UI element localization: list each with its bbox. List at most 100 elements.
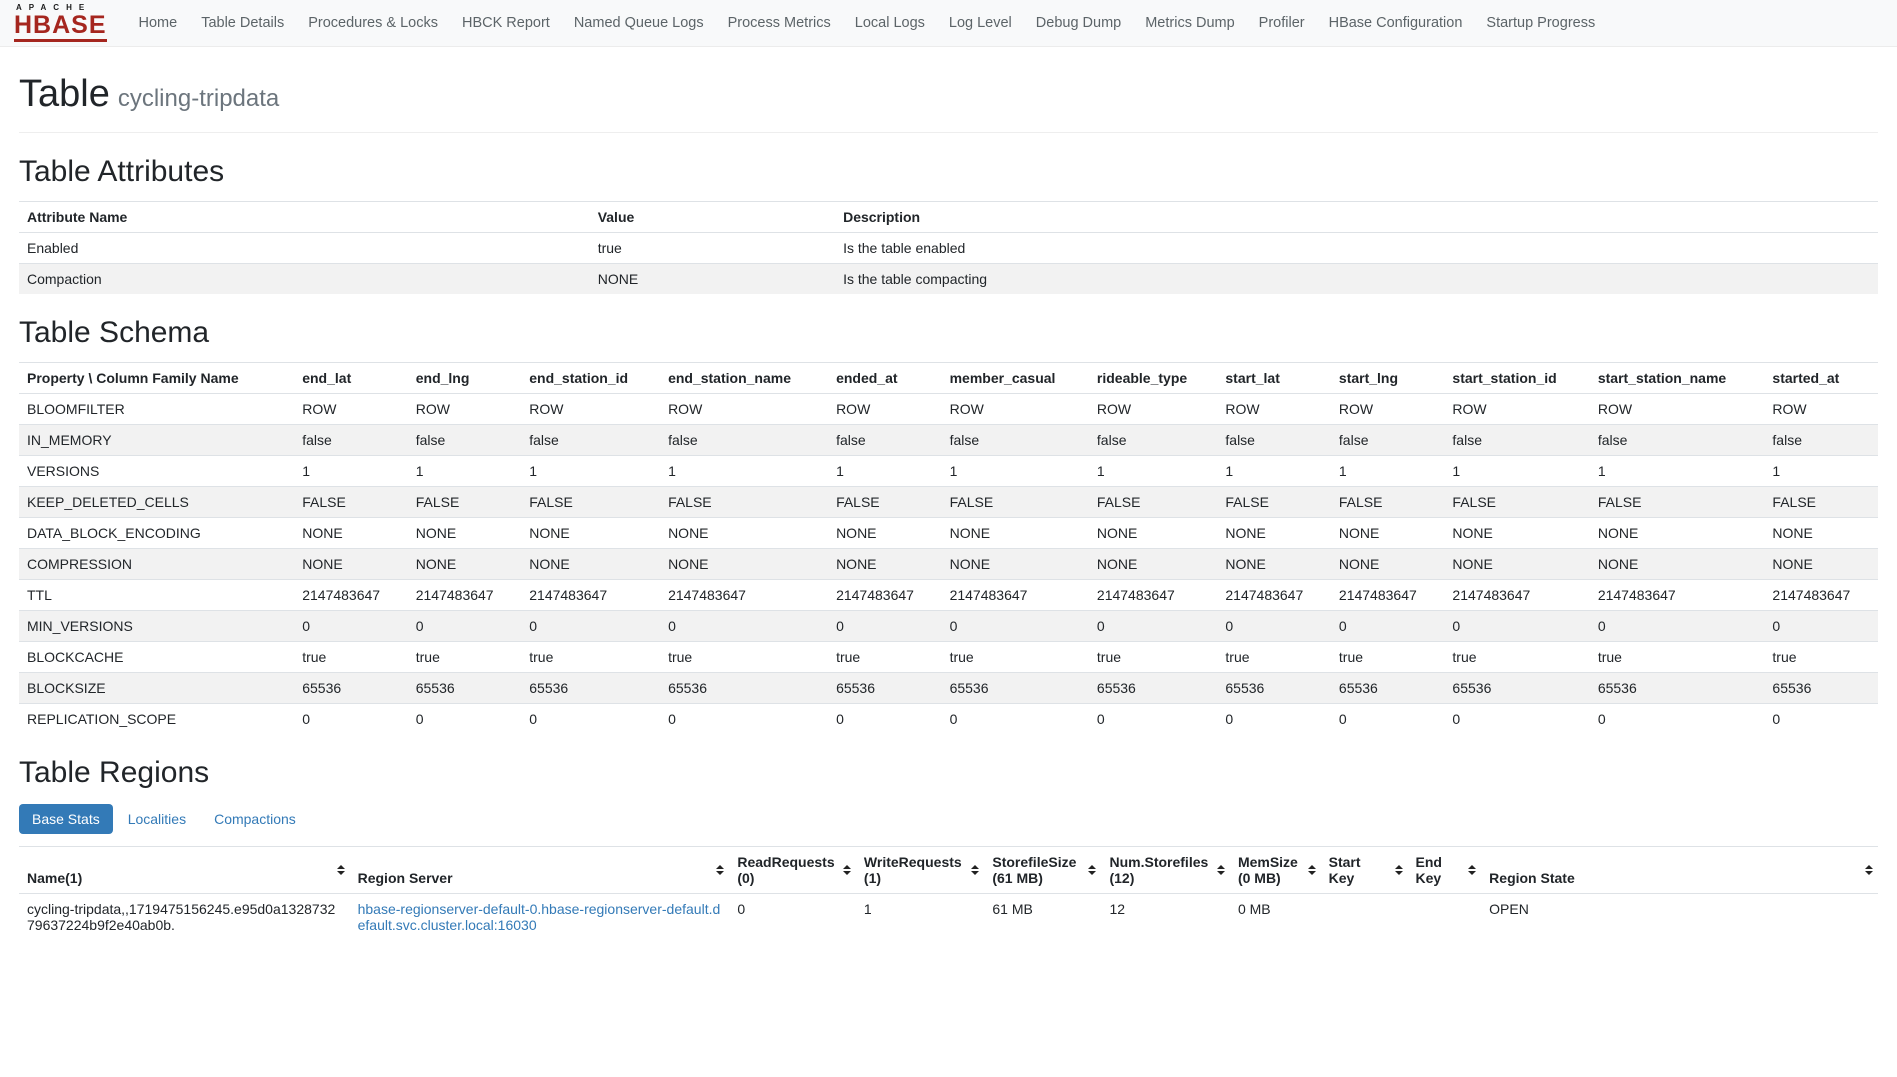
schema-row-replication-scope: REPLICATION_SCOPE000000000000 <box>19 704 1878 735</box>
schema-value-cell: NONE <box>1444 518 1589 549</box>
schema-value-cell: 0 <box>521 704 660 735</box>
schema-value-cell: 2147483647 <box>521 580 660 611</box>
schema-value-cell: NONE <box>660 549 828 580</box>
region-server-cell: hbase-regionserver-default-0.hbase-regio… <box>350 894 730 941</box>
schema-property-name: DATA_BLOCK_ENCODING <box>19 518 294 549</box>
sort-icon[interactable] <box>1088 865 1096 875</box>
regions-col-memsize-0-mb[interactable]: MemSize (0 MB) <box>1230 847 1321 894</box>
schema-property-name: KEEP_DELETED_CELLS <box>19 487 294 518</box>
schema-family-ended-at: ended_at <box>828 363 942 394</box>
nav-item-hbase-configuration[interactable]: HBase Configuration <box>1317 5 1475 41</box>
schema-value-cell: 2147483647 <box>1089 580 1217 611</box>
regions-col-readrequests-0[interactable]: ReadRequests (0) <box>729 847 856 894</box>
regions-col-end-key[interactable]: End Key <box>1408 847 1482 894</box>
schema-table: Property \ Column Family Nameend_latend_… <box>19 362 1878 734</box>
nav-item-home[interactable]: Home <box>127 5 190 41</box>
nav-item-startup-progress[interactable]: Startup Progress <box>1474 5 1607 41</box>
schema-value-cell: NONE <box>521 518 660 549</box>
nav-item-process-metrics[interactable]: Process Metrics <box>716 5 843 41</box>
schema-family-end-lng: end_lng <box>408 363 522 394</box>
schema-table-body: BLOOMFILTERROWROWROWROWROWROWROWROWROWRO… <box>19 394 1878 735</box>
regions-col-region-state[interactable]: Region State <box>1481 847 1878 894</box>
nav-item-debug-dump[interactable]: Debug Dump <box>1024 5 1133 41</box>
schema-value-cell: NONE <box>660 518 828 549</box>
schema-value-cell: false <box>521 425 660 456</box>
nav-item-procedures-locks[interactable]: Procedures & Locks <box>296 5 450 41</box>
schema-value-cell: 0 <box>521 611 660 642</box>
sort-down-arrow-icon <box>337 871 345 875</box>
schema-value-cell: 0 <box>828 611 942 642</box>
schema-value-cell: true <box>1590 642 1765 673</box>
region-readrequests-cell: 0 <box>729 894 856 941</box>
schema-value-cell: 2147483647 <box>1444 580 1589 611</box>
nav-item-hbck-report[interactable]: HBCK Report <box>450 5 562 41</box>
sort-icon[interactable] <box>843 865 851 875</box>
nav-item-named-queue-logs[interactable]: Named Queue Logs <box>562 5 716 41</box>
schema-value-cell: NONE <box>521 549 660 580</box>
schema-value-cell: 0 <box>408 611 522 642</box>
sort-down-arrow-icon <box>716 871 724 875</box>
sort-icon[interactable] <box>1468 865 1476 875</box>
schema-value-cell: true <box>660 642 828 673</box>
schema-value-cell: FALSE <box>942 487 1089 518</box>
schema-row-ttl: TTL2147483647214748364721474836472147483… <box>19 580 1878 611</box>
regions-col-label: Name(1) <box>27 870 82 886</box>
regions-col-name-1[interactable]: Name(1) <box>19 847 350 894</box>
attributes-cell: Is the table compacting <box>835 264 1878 295</box>
schema-value-cell: FALSE <box>1764 487 1878 518</box>
regions-col-start-key[interactable]: Start Key <box>1321 847 1408 894</box>
sort-icon[interactable] <box>1217 865 1225 875</box>
schema-value-cell: true <box>1331 642 1445 673</box>
regions-col-region-server[interactable]: Region Server <box>350 847 730 894</box>
nav-item-profiler[interactable]: Profiler <box>1247 5 1317 41</box>
nav-item-log-level[interactable]: Log Level <box>937 5 1024 41</box>
sort-up-arrow-icon <box>1865 865 1873 869</box>
regions-col-writerequests-1[interactable]: WriteRequests (1) <box>856 847 984 894</box>
attributes-cell: true <box>590 233 835 264</box>
logo-hbase-text: HBASE <box>14 12 107 42</box>
tab-compactions[interactable]: Compactions <box>201 804 309 834</box>
hbase-logo[interactable]: APACHE HBASE <box>14 4 107 42</box>
schema-family-started-at: started_at <box>1764 363 1878 394</box>
schema-value-cell: 2147483647 <box>408 580 522 611</box>
schema-value-cell: 2147483647 <box>1764 580 1878 611</box>
tab-localities[interactable]: Localities <box>115 804 199 834</box>
attributes-cell: NONE <box>590 264 835 295</box>
schema-value-cell: 0 <box>660 611 828 642</box>
schema-value-cell: ROW <box>660 394 828 425</box>
region-server-link[interactable]: hbase-regionserver-default-0.hbase-regio… <box>358 901 721 933</box>
schema-value-cell: 0 <box>942 704 1089 735</box>
page-title: Tablecycling-tripdata <box>19 73 1878 116</box>
sort-icon[interactable] <box>1865 865 1873 875</box>
attributes-table: Attribute NameValueDescription Enabledtr… <box>19 201 1878 294</box>
schema-value-cell: 1 <box>294 456 408 487</box>
regions-col-label: End Key <box>1416 854 1442 886</box>
schema-value-cell: 65536 <box>1444 673 1589 704</box>
page-title-text: Table <box>19 73 110 115</box>
schema-family-end-station-id: end_station_id <box>521 363 660 394</box>
schema-value-cell: 0 <box>1444 611 1589 642</box>
sort-icon[interactable] <box>337 865 345 875</box>
schema-value-cell: NONE <box>1764 518 1878 549</box>
regions-col-num-storefiles-12[interactable]: Num.Storefiles (12) <box>1101 847 1229 894</box>
schema-value-cell: NONE <box>1444 549 1589 580</box>
sort-icon[interactable] <box>716 865 724 875</box>
schema-value-cell: false <box>1590 425 1765 456</box>
regions-col-storefilesize-61-mb[interactable]: StorefileSize (61 MB) <box>984 847 1101 894</box>
sort-icon[interactable] <box>1395 865 1403 875</box>
attributes-col-description: Description <box>835 202 1878 233</box>
tab-base-stats[interactable]: Base Stats <box>19 804 113 834</box>
schema-value-cell: false <box>942 425 1089 456</box>
schema-value-cell: 0 <box>828 704 942 735</box>
sort-up-arrow-icon <box>337 865 345 869</box>
schema-value-cell: 1 <box>1331 456 1445 487</box>
sort-icon[interactable] <box>971 865 979 875</box>
schema-value-cell: true <box>408 642 522 673</box>
schema-property-name: VERSIONS <box>19 456 294 487</box>
sort-icon[interactable] <box>1308 865 1316 875</box>
nav-item-metrics-dump[interactable]: Metrics Dump <box>1133 5 1246 41</box>
schema-value-cell: NONE <box>1217 549 1331 580</box>
nav-item-table-details[interactable]: Table Details <box>189 5 296 41</box>
nav-item-local-logs[interactable]: Local Logs <box>843 5 937 41</box>
top-navbar: APACHE HBASE HomeTable DetailsProcedures… <box>0 0 1897 47</box>
